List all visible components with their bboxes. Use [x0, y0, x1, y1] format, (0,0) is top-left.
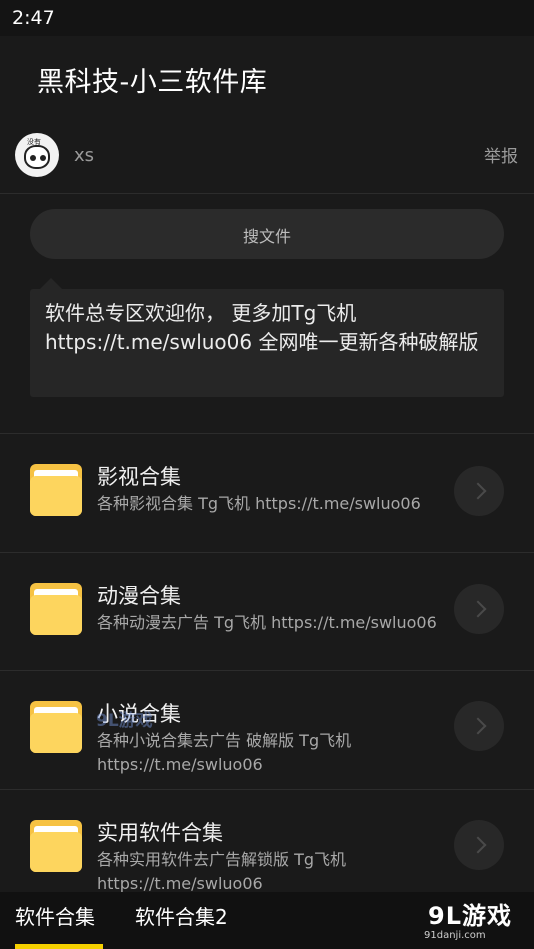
search-label: 搜文件 — [242, 227, 291, 246]
author-row: 没有 xs 举报 — [0, 128, 534, 192]
author-name[interactable]: xs — [74, 145, 94, 166]
tab-software-collection-2[interactable]: 软件合集2 — [135, 901, 228, 930]
folder-icon — [30, 464, 82, 516]
chevron-right-icon[interactable] — [454, 466, 504, 516]
list-item[interactable]: 小说合集 各种小说合集去广告 破解版 Tg飞机 https://t.me/swl… — [0, 671, 534, 789]
watermark-logo-text: 9L游戏 — [428, 902, 512, 930]
list-item[interactable]: 影视合集 各种影视合集 Tg飞机 https://t.me/swluo06 — [0, 434, 534, 552]
folder-icon — [30, 583, 82, 635]
tab-software-collection[interactable]: 软件合集 — [15, 901, 95, 930]
list-item[interactable]: 实用软件合集 各种实用软件去广告解锁版 Tg飞机 https://t.me/sw… — [0, 790, 534, 892]
divider — [0, 193, 534, 194]
list-item-desc: 各种影视合集 Tg飞机 https://t.me/swluo06 — [97, 494, 421, 513]
notice-tail — [40, 278, 62, 289]
watermark-center: 9L游戏 — [96, 711, 153, 731]
chevron-right-icon[interactable] — [454, 820, 504, 870]
folder-icon — [30, 820, 82, 872]
list-item-title: 动漫合集 — [97, 584, 181, 608]
page-title: 黑科技-小三软件库 — [37, 67, 268, 98]
avatar[interactable]: 没有 — [15, 133, 59, 177]
watermark-url: 91danji.com — [424, 930, 486, 941]
tab-indicator — [15, 944, 103, 949]
status-time: 2:47 — [12, 7, 55, 29]
list-item-title: 影视合集 — [97, 465, 181, 489]
search-button[interactable]: 搜文件 — [30, 209, 504, 259]
panda-face-icon — [24, 145, 50, 169]
list-item[interactable]: 动漫合集 各种动漫去广告 Tg飞机 https://t.me/swluo06 — [0, 553, 534, 671]
list-item-desc: 各种小说合集去广告 破解版 Tg飞机 https://t.me/swluo06 — [97, 731, 352, 774]
notice-text: 软件总专区欢迎你， 更多加Tg飞机https://t.me/swluo06 全网… — [30, 289, 504, 397]
chevron-right-icon[interactable] — [454, 701, 504, 751]
status-bar: 2:47 — [0, 0, 534, 36]
watermark-logo: 9L游戏 91danji.com — [412, 896, 534, 946]
list-item-title: 实用软件合集 — [97, 821, 223, 845]
chevron-right-icon[interactable] — [454, 584, 504, 634]
list-item-desc: 各种动漫去广告 Tg飞机 https://t.me/swluo06 — [97, 613, 437, 632]
folder-icon — [30, 701, 82, 753]
list-item-desc: 各种实用软件去广告解锁版 Tg飞机 https://t.me/swluo06 — [97, 850, 347, 892]
report-button[interactable]: 举报 — [484, 142, 518, 167]
